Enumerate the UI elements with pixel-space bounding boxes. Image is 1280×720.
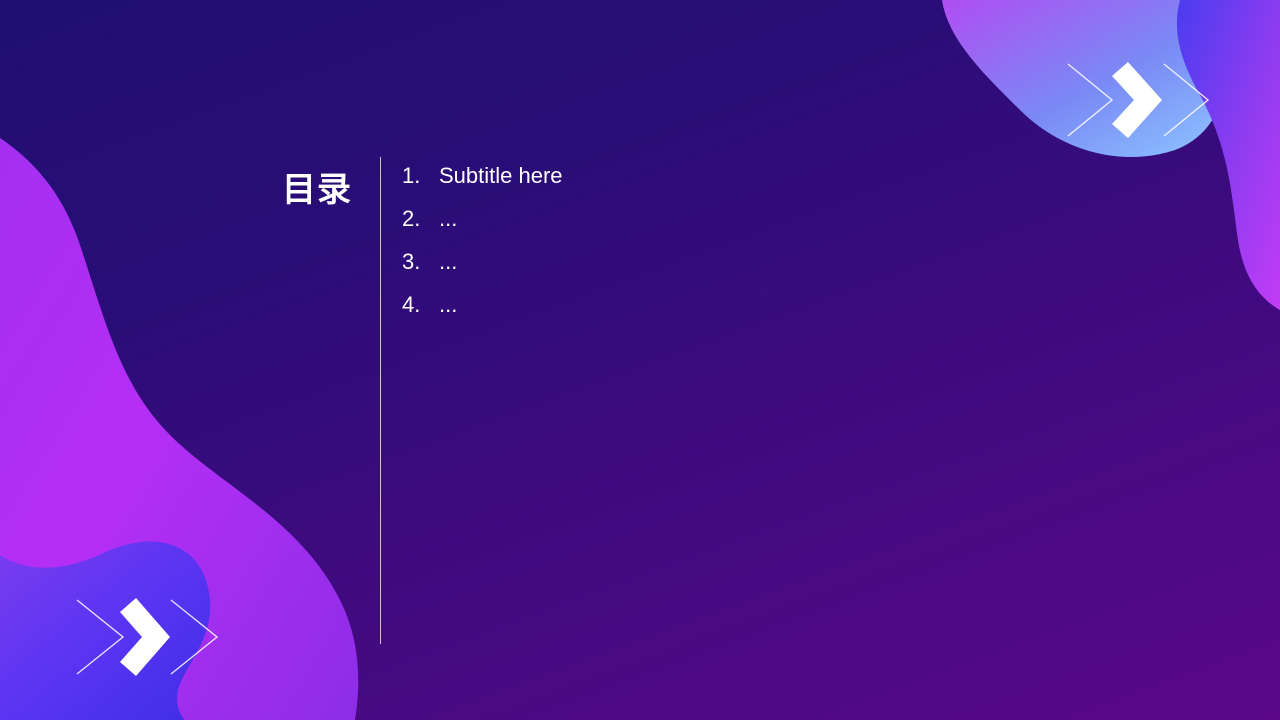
toc-item-3: 3. ... <box>402 249 563 292</box>
toc-item-number: 4. <box>402 292 421 317</box>
toc-item-label: ... <box>439 249 458 274</box>
slide: 目录 1. Subtitle here 2. ... 3. ... 4. ... <box>0 0 1280 720</box>
toc-item-1: 1. Subtitle here <box>402 163 563 206</box>
toc-item-label: ... <box>439 292 458 317</box>
toc-item-label: Subtitle here <box>439 163 563 188</box>
toc-item-number: 3. <box>402 249 421 274</box>
toc-item-label: ... <box>439 206 458 231</box>
background-decoration <box>0 0 1280 720</box>
toc-item-2: 2. ... <box>402 206 563 249</box>
toc-item-number: 2. <box>402 206 421 231</box>
toc-item-number: 1. <box>402 163 421 188</box>
toc-list: 1. Subtitle here 2. ... 3. ... 4. ... <box>402 163 563 335</box>
toc-item-4: 4. ... <box>402 292 563 335</box>
page-title: 目录 <box>282 170 352 210</box>
vertical-divider <box>380 157 381 644</box>
top-right-edge-blob-shape <box>1176 0 1280 310</box>
